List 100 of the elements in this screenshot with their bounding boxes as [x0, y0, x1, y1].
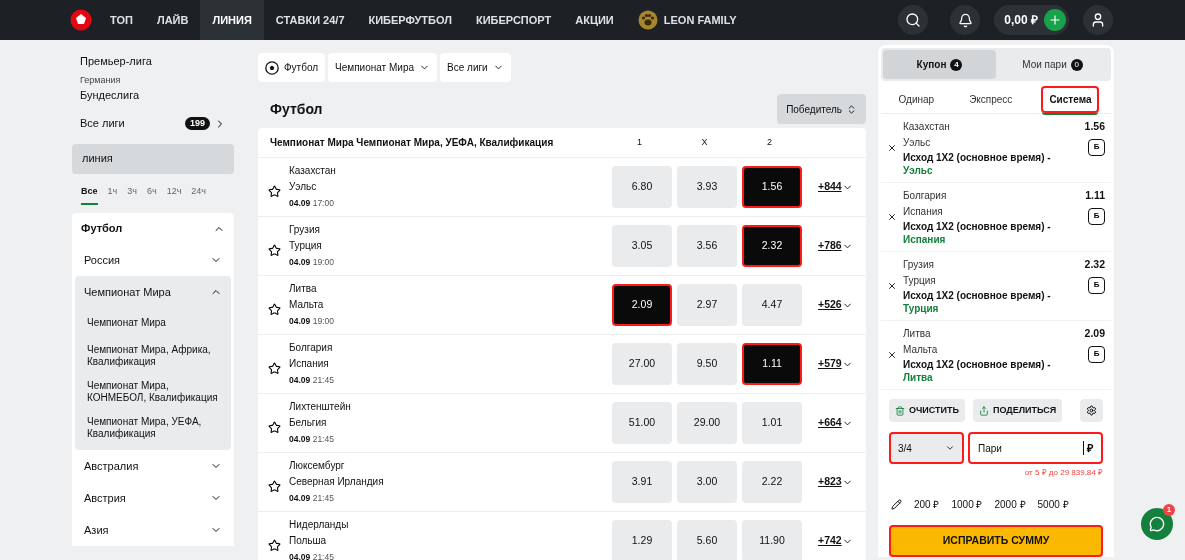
more-markets-link[interactable]: +786: [818, 238, 866, 254]
more-markets-link[interactable]: +579: [818, 356, 866, 372]
time-filter-tab[interactable]: 24ч: [191, 184, 207, 205]
nav-item[interactable]: КИБЕРФУТБОЛ: [356, 0, 464, 40]
clear-button[interactable]: ОЧИСТИТЬ: [889, 399, 965, 422]
bank-badge[interactable]: Б: [1088, 138, 1105, 156]
filter-chip[interactable]: Все лиги: [440, 53, 511, 82]
favorite-icon[interactable]: [268, 538, 281, 552]
odds-button[interactable]: 2.97: [677, 284, 737, 326]
more-markets-link[interactable]: +844: [818, 179, 866, 195]
odds-button[interactable]: 29.00: [677, 402, 737, 444]
league-item[interactable]: Чемпионат Мира, КОНМЕБОЛ, Квалификация: [75, 374, 231, 410]
balance-pill[interactable]: 0,00 ₽: [994, 5, 1069, 35]
remove-bet-icon[interactable]: [887, 143, 897, 153]
country-item[interactable]: Азия: [75, 514, 231, 546]
odds-button[interactable]: 4.47: [742, 284, 802, 326]
odds-button[interactable]: 11.90: [742, 520, 802, 560]
system-select[interactable]: 3/4: [889, 432, 964, 464]
top-league-item[interactable]: Германия Бундеслига: [72, 73, 234, 104]
odds-button[interactable]: 6.80: [612, 166, 672, 208]
odds-button[interactable]: 1.29: [612, 520, 672, 560]
more-markets-link[interactable]: +742: [818, 533, 866, 549]
odds-button[interactable]: 1.56: [742, 166, 802, 208]
top-league-item[interactable]: Премьер-лига: [72, 53, 234, 70]
bank-badge[interactable]: Б: [1088, 345, 1105, 363]
country-item[interactable]: Россия: [75, 244, 231, 276]
section-header: линия: [72, 143, 234, 174]
time-filter-tab[interactable]: Все: [81, 184, 98, 205]
share-button[interactable]: ПОДЕЛИТЬСЯ: [973, 399, 1063, 422]
bank-badge[interactable]: Б: [1088, 276, 1105, 294]
nav-item[interactable]: LEON FAMILY: [625, 0, 749, 40]
odds-button[interactable]: 2.32: [742, 225, 802, 267]
odds-button[interactable]: 3.05: [612, 225, 672, 267]
odds-button[interactable]: 2.22: [742, 461, 802, 503]
league-item[interactable]: Чемпионат Мира, Африка, Квалификация: [75, 338, 231, 374]
search-button[interactable]: [898, 5, 929, 35]
column-header: 1: [636, 135, 643, 149]
odds-button[interactable]: 3.91: [612, 461, 672, 503]
all-leagues-link[interactable]: Все лиги 199: [72, 113, 234, 134]
more-markets-link[interactable]: +526: [818, 297, 866, 313]
odds-button[interactable]: 2.09: [612, 284, 672, 326]
odds-button[interactable]: 1.11: [742, 343, 802, 385]
submit-button[interactable]: ИСПРАВИТЬ СУММУ: [889, 525, 1103, 557]
remove-bet-icon[interactable]: [887, 212, 897, 222]
paw-icon: [637, 10, 658, 30]
coupon-tab[interactable]: Купон 4: [883, 50, 996, 79]
favorite-icon[interactable]: [268, 184, 281, 198]
stake-field[interactable]: Пари ₽: [968, 432, 1103, 464]
bet-type-tab[interactable]: Система: [1041, 86, 1100, 113]
league-item[interactable]: Чемпионат Мира, УЕФА, Квалификация: [75, 410, 231, 446]
nav-item[interactable]: ТОП: [98, 0, 145, 40]
more-markets-link[interactable]: +823: [818, 474, 866, 490]
odds-button[interactable]: 9.50: [677, 343, 737, 385]
time-filter-tab[interactable]: 12ч: [166, 184, 182, 205]
odds-button[interactable]: 5.60: [677, 520, 737, 560]
bank-badge[interactable]: Б: [1088, 207, 1105, 225]
country-item[interactable]: Австралия: [75, 450, 231, 482]
deposit-button[interactable]: [1044, 9, 1066, 31]
stake-input[interactable]: Пари: [978, 440, 1083, 456]
nav-item[interactable]: КИБЕРСПОРТ: [464, 0, 564, 40]
odds-button[interactable]: 1.01: [742, 402, 802, 444]
favorite-icon[interactable]: [268, 361, 281, 375]
notifications-button[interactable]: [950, 5, 981, 35]
sport-item[interactable]: Футбол: [72, 213, 234, 244]
favorite-icon[interactable]: [268, 420, 281, 434]
filter-chip[interactable]: Чемпионат Мира: [328, 53, 438, 82]
odds-button[interactable]: 3.00: [677, 461, 737, 503]
filter-chip[interactable]: Футбол: [258, 53, 326, 82]
time-filter-tab[interactable]: 1ч: [107, 184, 118, 205]
more-markets-link[interactable]: +664: [818, 415, 866, 431]
league-item[interactable]: Чемпионат Мира: [75, 308, 231, 338]
logo-icon[interactable]: [70, 9, 92, 31]
time-filter-tab[interactable]: 6ч: [146, 184, 157, 205]
favorite-icon[interactable]: [268, 479, 281, 493]
settings-button[interactable]: [1080, 399, 1103, 422]
quick-stake-button[interactable]: 5000 ₽: [1037, 497, 1069, 512]
odds-button[interactable]: 3.93: [677, 166, 737, 208]
country-item[interactable]: Чемпионат Мира: [75, 276, 231, 308]
odds-button[interactable]: 51.00: [612, 402, 672, 444]
quick-stake-button[interactable]: 200 ₽: [914, 497, 940, 512]
nav-item[interactable]: ЛИНИЯ: [200, 0, 264, 40]
favorite-icon[interactable]: [268, 243, 281, 257]
nav-item[interactable]: СТАВКИ 24/7: [263, 0, 357, 40]
remove-bet-icon[interactable]: [887, 281, 897, 291]
nav-item[interactable]: ЛАЙВ: [144, 0, 201, 40]
time-filter-tab[interactable]: 3ч: [127, 184, 137, 205]
remove-bet-icon[interactable]: [887, 350, 897, 360]
odds-button[interactable]: 3.56: [677, 225, 737, 267]
odds-button[interactable]: 27.00: [612, 343, 672, 385]
quick-stake-button[interactable]: 1000 ₽: [951, 497, 983, 512]
coupon-tab[interactable]: Мои пари 0: [996, 50, 1109, 79]
country-item[interactable]: Австрия: [75, 482, 231, 514]
profile-button[interactable]: [1083, 5, 1113, 35]
edit-icon[interactable]: [891, 499, 902, 510]
sort-dropdown[interactable]: Победитель: [777, 94, 866, 124]
bet-type-tab[interactable]: Одинар: [892, 86, 941, 113]
quick-stake-button[interactable]: 2000 ₽: [994, 497, 1026, 512]
bet-type-tab[interactable]: Экспресс: [963, 86, 1019, 113]
favorite-icon[interactable]: [268, 302, 281, 316]
nav-item[interactable]: АКЦИИ: [563, 0, 626, 40]
